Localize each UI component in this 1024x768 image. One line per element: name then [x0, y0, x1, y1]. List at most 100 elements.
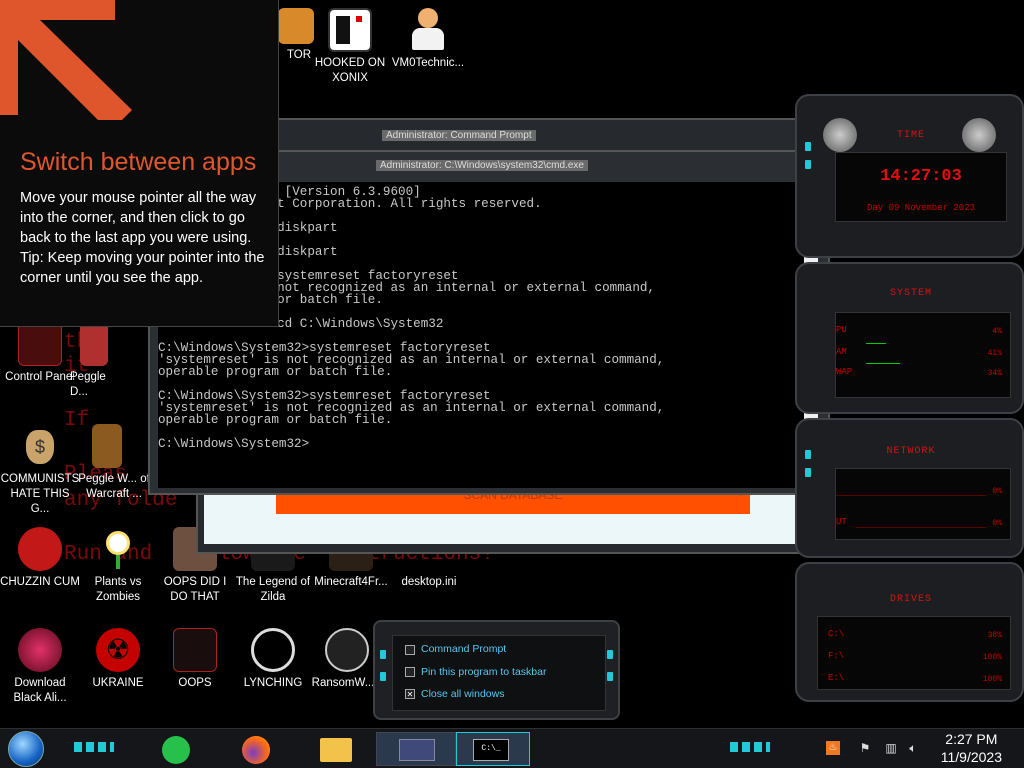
desktop-icon-peggle-warcraft[interactable]: Peggle W... of Warcraft ... [78, 424, 150, 502]
switch-apps-tooltip: Switch between apps Move your mouse poin… [0, 0, 279, 327]
corner-arrow-icon [0, 0, 132, 120]
network-row-value: 0% [992, 487, 1002, 496]
cyan-indicator [805, 160, 811, 169]
oops-icon [173, 628, 217, 672]
skull-icon [325, 628, 369, 672]
flower-icon [96, 527, 140, 571]
cmd-line: operable program or batch file. [158, 413, 393, 427]
time-gadget[interactable]: TIME 14:27:03 Day 09 November 2023 [795, 94, 1024, 258]
xonix-icon [328, 8, 372, 52]
network-row-value: 0% [992, 519, 1002, 528]
taskbar-scan-app[interactable] [376, 732, 456, 766]
desktop-icon-label: RansomW... [311, 677, 375, 689]
cpu-bar [866, 343, 886, 344]
tooltip-paragraph: Tip: Keep moving your pointer into the c… [20, 250, 265, 286]
tor-icon [278, 8, 314, 44]
taskbar-notes-app[interactable] [148, 732, 212, 766]
radiation-icon: ☢ [96, 628, 140, 672]
command-prompt-icon [405, 645, 415, 655]
pin-icon [405, 667, 415, 677]
desktop-icon-oops[interactable]: OOPS [155, 628, 235, 691]
cyan-indicator [805, 142, 811, 151]
window-title: Administrator: C:\Windows\system32\cmd.e… [376, 160, 588, 171]
alien-head-icon [962, 118, 996, 152]
desktop-icon-vm0technic[interactable]: VM0Technic... [388, 8, 468, 71]
desktop-icon-label: LYNCHING [243, 677, 303, 689]
desktop: th it If Pleas any folde Run and follow … [0, 0, 1024, 768]
network-graph-line [856, 527, 986, 528]
cyan-indicator [805, 450, 811, 459]
start-button[interactable] [8, 731, 44, 767]
volume-icon[interactable]: 🔈︎ [906, 741, 920, 755]
time-label: TIME [896, 130, 925, 141]
taskbar-command-prompt[interactable]: C:\_ [456, 732, 530, 766]
ram-bar [866, 363, 900, 364]
clock-date: 11/9/2023 [940, 749, 1002, 765]
desktop-icon-label: UKRAINE [92, 677, 144, 689]
desktop-icon-lynching[interactable]: LYNCHING [233, 628, 313, 691]
desktop-icon-chuzzin-cum[interactable]: CHUZZIN CUM [0, 527, 80, 590]
desktop-icon-label: HOOKED ON XONIX [314, 57, 386, 84]
network-gadget[interactable]: NETWORK 0% UT 0% [795, 418, 1024, 558]
desktop-icon-label: Minecraft4Fr... [314, 576, 388, 588]
taskbar-file-explorer[interactable] [308, 732, 372, 766]
drive-row-value: 100% [982, 653, 1002, 662]
desktop-icon-label: OOPS DID I DO THAT [163, 576, 227, 603]
clock-time: 2:27 PM [945, 731, 998, 747]
window-title: Administrator: Command Prompt [382, 130, 536, 141]
desktop-icon-label: desktop.ini [401, 576, 457, 588]
system-row-value: 34% [987, 369, 1002, 378]
system-row-label: WAP [836, 367, 853, 377]
desktop-icon-communists[interactable]: $ COMMUNISTS HATE THIS G... [0, 424, 80, 517]
clock-digits: 14:27:03 [880, 167, 962, 186]
desktop-icon-peggle[interactable]: Peggle D... [70, 322, 118, 400]
cyan-indicator [805, 468, 811, 477]
drives-label: DRIVES [889, 594, 932, 605]
system-row-label: PU [836, 325, 847, 335]
system-row-value: 4% [992, 327, 1002, 336]
desktop-icon-label: COMMUNISTS HATE THIS G... [0, 473, 80, 515]
cmd-line: operable program or batch file. [158, 365, 393, 379]
network-label: NETWORK [886, 446, 936, 457]
chuzzle-icon [18, 527, 62, 571]
firefox-icon [242, 736, 270, 764]
flag-icon[interactable]: ⚑ [858, 741, 872, 755]
folder-icon [320, 738, 352, 762]
money-bag-icon: $ [18, 424, 62, 468]
cmd-line: C:\Windows\System32> [158, 437, 310, 451]
alien-orb-icon [18, 628, 62, 672]
jumplist-item-command-prompt[interactable]: Command Prompt [421, 643, 506, 655]
java-update-icon[interactable]: ♨ [826, 741, 840, 755]
drives-panel: C:\ 38% F:\ 100% E:\ 100% [817, 616, 1011, 690]
drives-gadget[interactable]: DRIVES C:\ 38% F:\ 100% E:\ 100% [795, 562, 1024, 702]
desktop-icon-label: Peggle W... of Warcraft ... [78, 473, 150, 500]
jumplist-item-close-all[interactable]: Close all windows [421, 688, 504, 700]
taskbar-firefox[interactable] [228, 732, 292, 766]
cyan-indicator [607, 650, 613, 659]
drive-row-label: F:\ [828, 651, 845, 661]
desktop-icon-ransomw[interactable]: RansomW... [311, 628, 375, 691]
taskbar-jumplist[interactable]: Command Prompt Pin this program to taskb… [373, 620, 620, 720]
drive-row-label: E:\ [828, 673, 845, 683]
desktop-icon-hooked-on-xonix[interactable]: HOOKED ON XONIX [310, 8, 390, 86]
desktop-icon-label: OOPS [178, 677, 212, 689]
cyan-indicator [380, 672, 386, 681]
peggle-icon [80, 322, 108, 366]
taskbar-clock[interactable]: 2:27 PM 11/9/2023 [941, 730, 1002, 766]
desktop-icon-download-black-ali[interactable]: Download Black Ali... [0, 628, 80, 706]
network-icon[interactable]: ▥ [884, 741, 898, 755]
notes-icon [162, 736, 190, 764]
control-panel-icon [18, 322, 62, 366]
desktop-icon-label: Download Black Ali... [13, 677, 67, 704]
cyan-indicator [74, 742, 114, 752]
desktop-icon-control-panel[interactable]: Control Panel [0, 322, 80, 385]
time-display: 14:27:03 Day 09 November 2023 [835, 152, 1007, 222]
jumplist-item-pin[interactable]: Pin this program to taskbar [421, 666, 546, 678]
desktop-icon-label: Peggle D... [70, 371, 106, 398]
clock-date: Day 09 November 2023 [866, 203, 976, 213]
taskbar: C:\_ ♨ ⚑ ▥ 🔈︎ 2:27 PM 11/9/2023 [0, 728, 1024, 768]
desktop-icon-plants-vs-zombies[interactable]: Plants vs Zombies [78, 527, 158, 605]
system-gadget[interactable]: SYSTEM PU 4% AM 41% WAP 34% [795, 262, 1024, 414]
desktop-icon-ukraine[interactable]: ☢ UKRAINE [78, 628, 158, 691]
network-panel: 0% UT 0% [835, 468, 1011, 540]
